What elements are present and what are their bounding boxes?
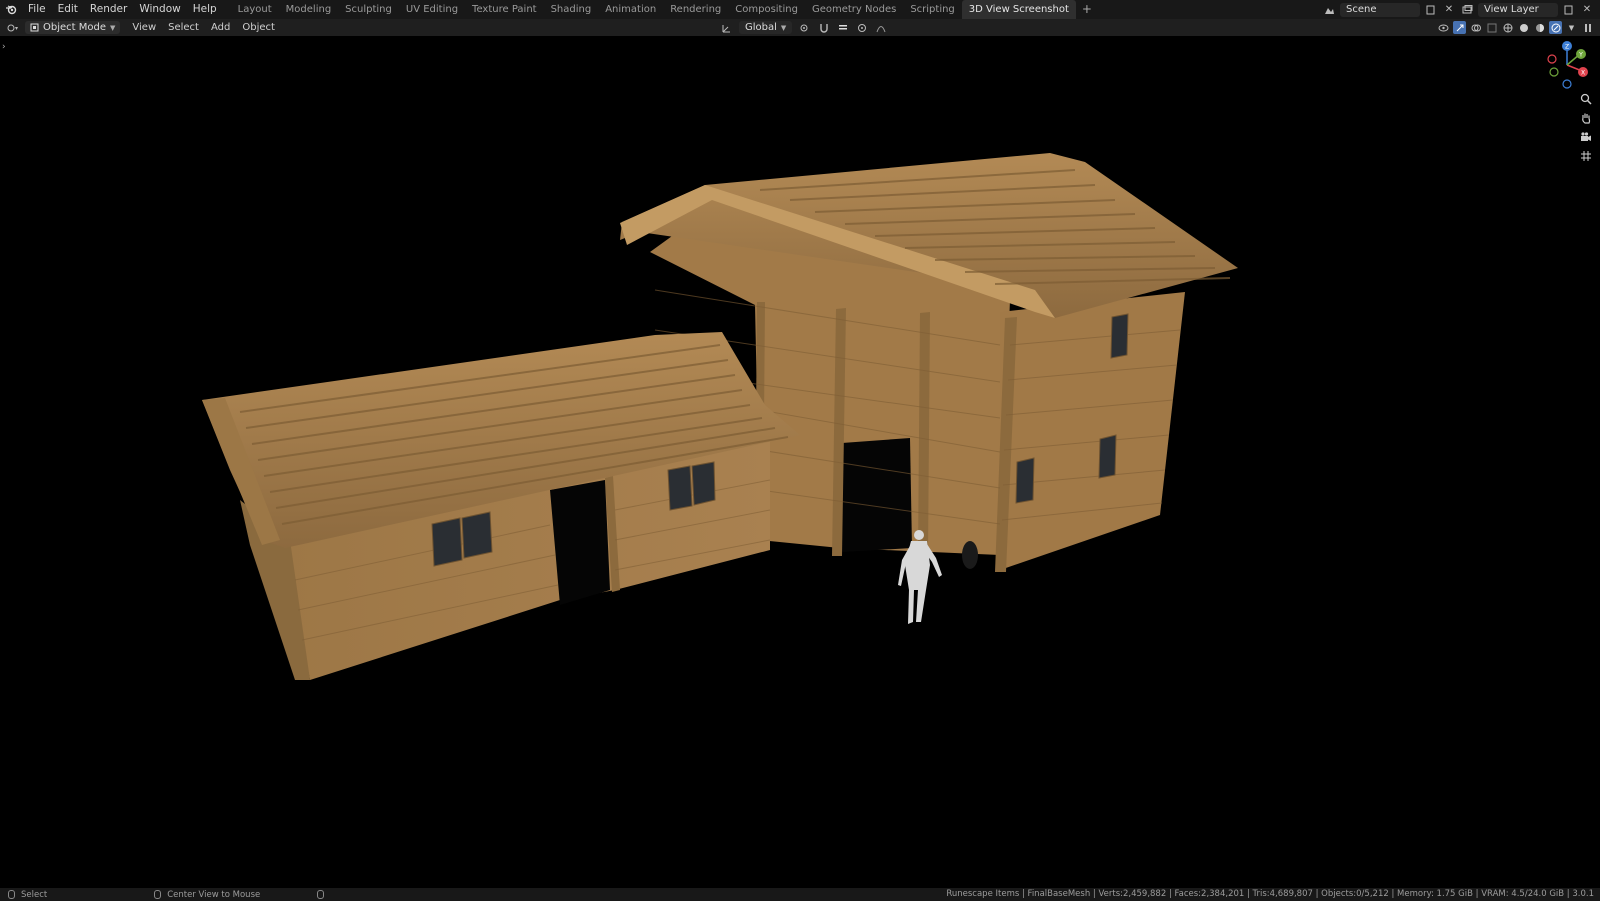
main-menu: File Edit Render Window Help: [22, 0, 223, 19]
menu-add[interactable]: Add: [205, 19, 236, 36]
tab-compositing[interactable]: Compositing: [728, 0, 805, 19]
mouse-middle-icon: [154, 890, 162, 899]
menu-window[interactable]: Window: [133, 0, 186, 19]
sidebar-toggle-icon[interactable]: [1581, 21, 1594, 34]
new-scene-icon[interactable]: [1424, 3, 1438, 17]
tab-animation[interactable]: Animation: [598, 0, 663, 19]
3d-viewport[interactable]: › Z X Y: [0, 36, 1600, 888]
tab-texture-paint[interactable]: Texture Paint: [465, 0, 544, 19]
transform-orientation-dropdown[interactable]: Global ▼: [739, 21, 793, 34]
gizmo-label-y: Y: [1578, 52, 1583, 59]
transform-orientation-icon[interactable]: [720, 21, 733, 34]
scene-render: [202, 153, 1238, 680]
shading-options-icon[interactable]: ▼: [1565, 21, 1578, 34]
low-building-opening: [550, 480, 610, 605]
falloff-curve-icon[interactable]: [874, 21, 887, 34]
status-center-label: Center View to Mouse: [167, 889, 261, 900]
tab-rendering[interactable]: Rendering: [663, 0, 728, 19]
transform-tools: Global ▼: [720, 19, 887, 36]
menu-help[interactable]: Help: [187, 0, 223, 19]
orientation-label: Global: [745, 21, 777, 33]
menu-object[interactable]: Object: [236, 19, 281, 36]
new-view-layer-icon[interactable]: [1562, 3, 1576, 17]
zoom-icon[interactable]: [1578, 91, 1594, 107]
menu-select[interactable]: Select: [162, 19, 205, 36]
show-overlays-icon[interactable]: [1469, 21, 1482, 34]
gizmo-label-z: Z: [1565, 44, 1569, 51]
object-type-visibility-icon[interactable]: [1437, 21, 1450, 34]
top-bar: File Edit Render Window Help Layout Mode…: [0, 0, 1600, 19]
delete-scene-icon[interactable]: ✕: [1442, 3, 1456, 17]
tab-geometry-nodes[interactable]: Geometry Nodes: [805, 0, 903, 19]
menu-file[interactable]: File: [22, 0, 52, 19]
mouse-left-icon: [8, 890, 15, 899]
mouse-right-icon: [317, 890, 325, 899]
snap-increment-icon[interactable]: [836, 21, 849, 34]
add-workspace-button[interactable]: +: [1076, 0, 1098, 19]
menu-edit[interactable]: Edit: [52, 0, 84, 19]
scene-name-field[interactable]: Scene: [1340, 2, 1420, 17]
viewport-shading-tools: ▼: [1437, 19, 1594, 36]
wireframe-shading-icon[interactable]: [1501, 21, 1514, 34]
xray-toggle-icon[interactable]: [1485, 21, 1498, 34]
pan-hand-icon[interactable]: [1578, 110, 1594, 126]
chevron-down-icon: ▼: [110, 23, 116, 32]
proportional-editing-icon[interactable]: [855, 21, 868, 34]
navigation-gizmo[interactable]: Z X Y: [1542, 40, 1592, 90]
camera-view-icon[interactable]: [1578, 129, 1594, 145]
rendered-shading-icon[interactable]: [1549, 21, 1562, 34]
blender-logo-icon[interactable]: [0, 0, 22, 19]
delete-view-layer-icon[interactable]: ✕: [1580, 3, 1594, 17]
tab-scripting[interactable]: Scripting: [903, 0, 961, 19]
tab-layout[interactable]: Layout: [231, 0, 279, 19]
gizmo-label-x: X: [1581, 70, 1585, 77]
material-preview-icon[interactable]: [1533, 21, 1546, 34]
scene-icon[interactable]: [1322, 3, 1336, 17]
status-left: Select Center View to Mouse: [0, 889, 325, 900]
object-mode-icon: [30, 23, 39, 32]
mode-dropdown[interactable]: Object Mode ▼: [25, 21, 121, 34]
tall-building-doorway: [842, 438, 912, 552]
status-bar: Select Center View to Mouse Runescape It…: [0, 888, 1600, 901]
workspace-tabs: Layout Modeling Sculpting UV Editing Tex…: [231, 0, 1098, 19]
tab-sculpting[interactable]: Sculpting: [338, 0, 399, 19]
mode-label: Object Mode: [43, 22, 106, 33]
tab-3d-view-screenshot[interactable]: 3D View Screenshot: [961, 0, 1076, 19]
scene-statistics: Runescape Items | FinalBaseMesh | Verts:…: [946, 889, 1594, 899]
editor-type-icon[interactable]: [6, 21, 19, 34]
tab-modeling[interactable]: Modeling: [279, 0, 339, 19]
tab-uv-editing[interactable]: UV Editing: [399, 0, 465, 19]
solid-shading-icon[interactable]: [1517, 21, 1530, 34]
scene-selector-area: Scene ✕ View Layer ✕: [1322, 0, 1600, 19]
view-layer-field[interactable]: View Layer: [1478, 2, 1558, 17]
tall-building-side-wall: [1000, 292, 1185, 570]
menu-view[interactable]: View: [126, 19, 162, 36]
status-select-label: Select: [21, 889, 48, 900]
view-layer-icon[interactable]: [1460, 3, 1474, 17]
snap-icon[interactable]: [817, 21, 830, 34]
menu-render[interactable]: Render: [84, 0, 133, 19]
viewport-header: Object Mode ▼ View Select Add Object Glo…: [0, 19, 1600, 36]
chevron-down-icon: ▼: [780, 23, 787, 32]
orthographic-toggle-icon[interactable]: [1578, 148, 1594, 164]
tab-shading[interactable]: Shading: [544, 0, 599, 19]
show-gizmo-icon[interactable]: [1453, 21, 1466, 34]
pivot-point-icon[interactable]: [798, 21, 811, 34]
